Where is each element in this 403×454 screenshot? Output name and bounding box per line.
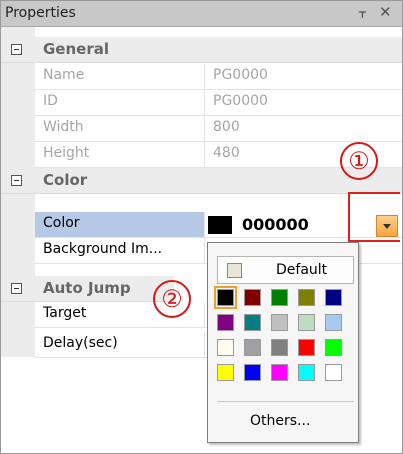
- category-label: Auto Jump: [43, 279, 131, 297]
- color-swatch-cell[interactable]: [217, 364, 234, 381]
- property-row-width[interactable]: Width 800: [35, 116, 402, 142]
- property-value: 480: [213, 145, 240, 161]
- category-color[interactable]: Color: [1, 168, 402, 194]
- property-row-id[interactable]: ID PG0000: [35, 90, 402, 116]
- property-value: 800: [213, 119, 240, 135]
- color-picker-popup: Default Others...: [207, 242, 359, 443]
- color-swatch-cell[interactable]: [271, 314, 288, 331]
- color-swatch-cell[interactable]: [325, 364, 342, 381]
- collapse-toggle-icon[interactable]: [11, 283, 22, 294]
- color-swatch-cell[interactable]: [244, 289, 261, 306]
- color-swatch: [208, 216, 232, 234]
- category-auto-jump[interactable]: Auto Jump: [1, 276, 174, 302]
- color-swatch-cell[interactable]: [214, 286, 237, 309]
- color-swatch-cell[interactable]: [271, 364, 288, 381]
- property-value: PG0000: [213, 93, 268, 109]
- category-general[interactable]: General: [1, 37, 402, 63]
- property-row-name[interactable]: Name PG0000: [35, 64, 402, 90]
- color-swatch-cell[interactable]: [325, 289, 342, 306]
- color-swatch-cell[interactable]: [244, 364, 261, 381]
- panel-titlebar: Properties ᚁ ✕: [1, 1, 402, 27]
- color-swatch-cell[interactable]: [217, 339, 234, 356]
- property-row-delay[interactable]: Delay(sec): [35, 332, 208, 358]
- collapse-toggle-icon[interactable]: [11, 175, 22, 186]
- default-color-button[interactable]: Default: [217, 256, 354, 284]
- property-name: Width: [35, 116, 205, 141]
- collapse-toggle-icon[interactable]: [11, 44, 22, 55]
- property-name: Color: [35, 212, 205, 237]
- property-name: Height: [35, 142, 205, 167]
- color-swatch-cell[interactable]: [325, 339, 342, 356]
- color-swatch-cell[interactable]: [298, 289, 315, 306]
- close-icon[interactable]: ✕: [379, 3, 392, 21]
- color-swatch-cell[interactable]: [325, 314, 342, 331]
- category-label: Color: [43, 171, 88, 189]
- color-swatch-cell[interactable]: [298, 314, 315, 331]
- color-swatch-cell[interactable]: [298, 364, 315, 381]
- pin-icon[interactable]: ᚁ: [359, 4, 366, 20]
- callout-marker-2: ②: [153, 280, 191, 318]
- color-swatch-cell[interactable]: [298, 339, 315, 356]
- property-name: Name: [35, 64, 205, 89]
- property-value: PG0000: [213, 67, 268, 83]
- property-name: Delay(sec): [35, 332, 205, 357]
- color-swatch-cell[interactable]: [271, 289, 288, 306]
- others-colors-button[interactable]: Others...: [250, 413, 310, 429]
- color-swatch-cell[interactable]: [244, 314, 261, 331]
- color-swatch-cell[interactable]: [217, 314, 234, 331]
- panel-title: Properties: [5, 5, 76, 21]
- callout-marker-1: ①: [340, 142, 378, 180]
- property-name: ID: [35, 90, 205, 115]
- property-name: Background Im...: [35, 238, 205, 263]
- category-label: General: [43, 40, 109, 58]
- default-label: Default: [276, 262, 328, 278]
- callout-highlight-box: [348, 192, 400, 242]
- popup-separator: [217, 401, 354, 402]
- default-swatch: [227, 263, 242, 278]
- color-swatch-cell[interactable]: [271, 339, 288, 356]
- color-value[interactable]: 000000: [242, 215, 309, 234]
- color-swatch-cell[interactable]: [244, 339, 261, 356]
